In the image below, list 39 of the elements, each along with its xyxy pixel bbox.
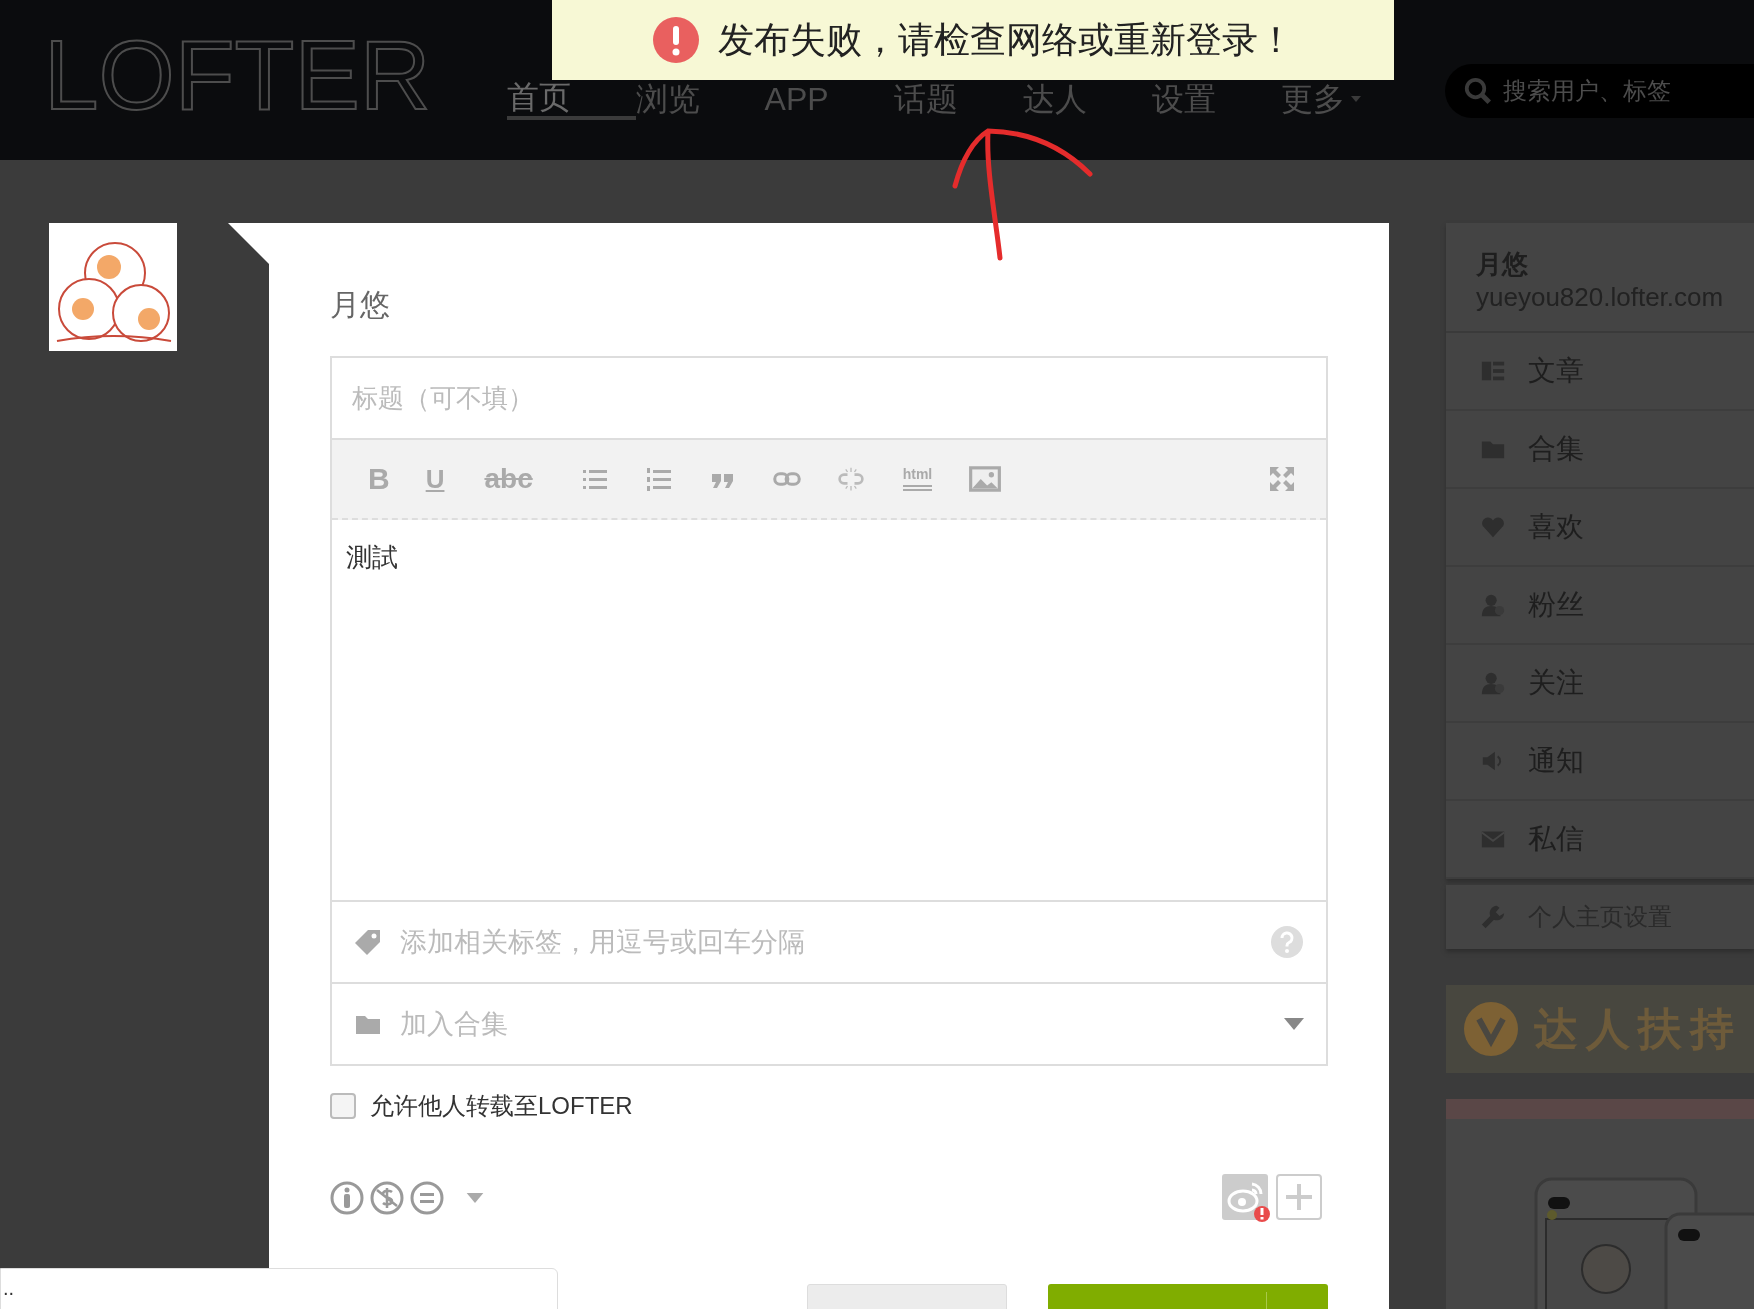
help-icon[interactable] (1270, 925, 1304, 959)
bold-button[interactable]: B (368, 462, 390, 496)
v-logo-icon (1464, 1002, 1518, 1056)
nav-tab[interactable]: 达人 (1022, 77, 1152, 121)
image-icon[interactable] (968, 464, 1003, 494)
nav-tab[interactable]: APP (764, 77, 894, 121)
error-icon (652, 16, 700, 64)
caret-icon (1284, 1018, 1304, 1030)
nav-tab[interactable]: 设置 (1151, 77, 1281, 121)
search-icon (1462, 76, 1493, 106)
nav-tab[interactable]: 话题 (893, 77, 1023, 121)
fullscreen-icon[interactable] (1268, 465, 1296, 493)
body-text: 測試 (346, 542, 398, 572)
collection-select[interactable]: 加入合集 (332, 982, 1326, 1064)
unlink-icon[interactable] (836, 465, 865, 493)
toast-message: 发布失败，请检查网络或重新登录！ (718, 17, 1294, 62)
nav-tab[interactable]: 浏览 (635, 77, 765, 121)
strikethrough-button[interactable]: abc (484, 463, 533, 495)
checkbox-label[interactable]: 允许他人转载至LOFTER (370, 1090, 633, 1122)
noncommercial-icon[interactable] (370, 1181, 404, 1215)
blog-name: 月悠 (330, 287, 391, 323)
caret-icon (1350, 96, 1361, 102)
nav-tab[interactable]: 更多 (1280, 77, 1410, 121)
tag-field[interactable]: 添加相关标签，用逗号或回车分隔 (332, 900, 1326, 982)
search-bar[interactable]: 搜索用户、标签 (1444, 64, 1754, 118)
tag-icon (354, 928, 382, 956)
post-body[interactable]: 測試 (332, 520, 1326, 900)
search-input[interactable]: 搜索用户、标签 (1500, 76, 1754, 106)
caret-icon[interactable] (466, 1193, 484, 1203)
status-text: .. (3, 1277, 15, 1299)
attribution-icon[interactable] (330, 1181, 364, 1215)
logo[interactable]: LOFTER (44, 18, 431, 132)
checkbox[interactable] (330, 1093, 356, 1119)
add-button[interactable] (1276, 1174, 1322, 1220)
underline-button[interactable]: U (425, 463, 445, 495)
no-derivatives-icon[interactable] (410, 1181, 444, 1215)
html-button[interactable]: html (902, 467, 933, 491)
numbered-list-icon[interactable] (644, 465, 673, 493)
weibo-share-icon[interactable] (1222, 1174, 1270, 1222)
